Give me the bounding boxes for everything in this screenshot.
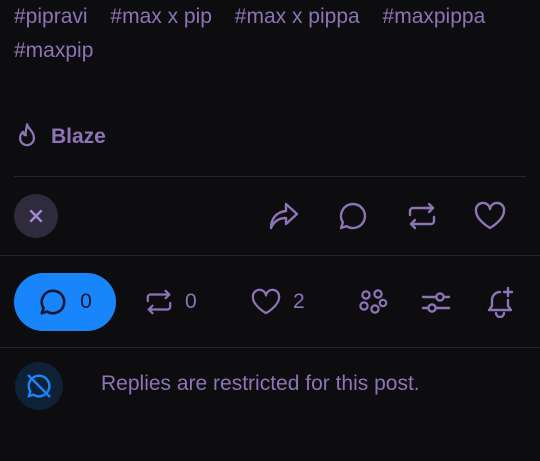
share-icon [268, 201, 300, 231]
reblog-icon [406, 201, 438, 231]
reblogs-stat[interactable]: 0 [144, 282, 197, 322]
close-button[interactable] [14, 194, 58, 238]
tag-list: #pipravi #max x pip #max x pippa #maxpip… [14, 0, 524, 68]
tag-link[interactable]: #maxpip [14, 34, 93, 68]
divider [0, 347, 540, 348]
tag-link[interactable]: #max x pippa [235, 0, 360, 34]
blaze-label: Blaze [51, 125, 106, 148]
share-button[interactable] [266, 198, 302, 234]
reblog-button[interactable] [404, 198, 440, 234]
settings-button[interactable] [418, 284, 454, 320]
likes-stat[interactable]: 2 [250, 282, 305, 322]
restriction-message: Replies are restricted for this post. [101, 372, 420, 395]
divider [14, 176, 526, 177]
tag-link[interactable]: #maxpippa [383, 0, 486, 34]
tag-link[interactable]: #pipravi [14, 0, 88, 34]
community-button[interactable] [355, 284, 391, 320]
comment-icon [38, 287, 68, 317]
close-icon [28, 208, 44, 224]
post-footer: #pipravi #max x pip #max x pippa #maxpip… [0, 0, 540, 461]
replies-count: 0 [80, 290, 92, 313]
post-action-bar [0, 190, 540, 242]
replies-button[interactable]: 0 [14, 273, 116, 331]
flame-icon [13, 122, 41, 152]
notify-button[interactable] [482, 284, 518, 320]
replies-restricted-notice: Replies are restricted for this post. [0, 360, 540, 412]
comment-button[interactable] [335, 198, 371, 234]
like-button[interactable] [472, 198, 508, 234]
likes-count: 2 [293, 290, 305, 313]
bell-plus-icon [484, 286, 516, 318]
heart-icon [250, 288, 282, 316]
comment-icon [337, 200, 369, 232]
comment-off-icon [24, 371, 54, 401]
heart-icon [473, 201, 507, 231]
restricted-badge [15, 362, 63, 410]
blaze-button[interactable]: Blaze [13, 120, 106, 154]
divider [0, 255, 540, 256]
post-stats-bar: 0 0 2 [0, 272, 540, 332]
tag-link[interactable]: #max x pip [110, 0, 212, 34]
reblogs-count: 0 [185, 290, 197, 313]
community-icon [358, 288, 388, 316]
reblog-icon [144, 288, 174, 316]
sliders-icon [420, 288, 452, 316]
